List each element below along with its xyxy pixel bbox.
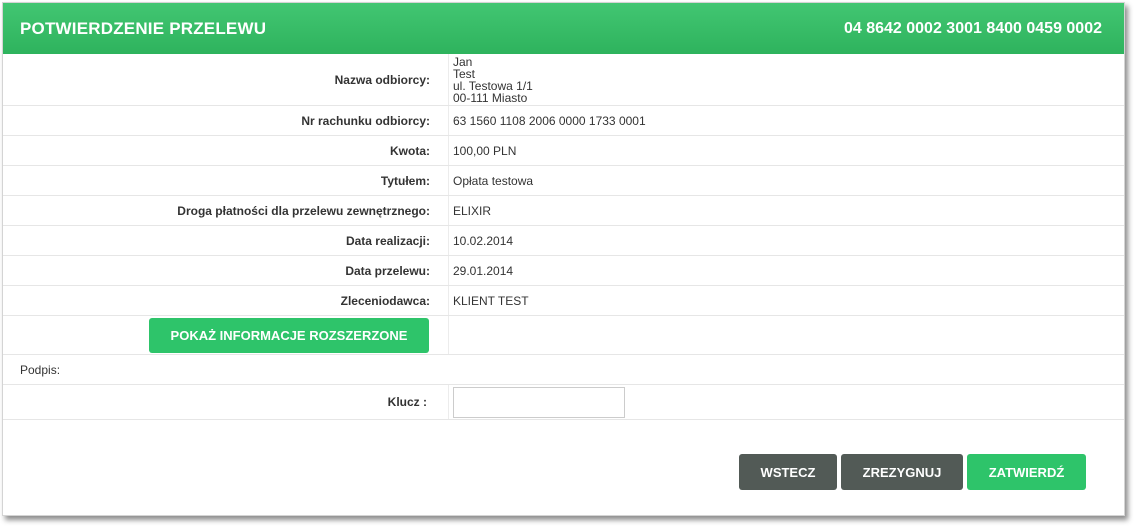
cancel-button[interactable]: ZREZYGNUJ (841, 454, 963, 490)
field-label: Kwota: (3, 136, 449, 165)
field-label: Data przelewu: (3, 256, 449, 285)
recipient-name-value: Jan Test ul. Testowa 1/1 00-111 Miasto (449, 54, 533, 105)
amount-row: Kwota: 100,00 PLN (3, 136, 1124, 166)
recipient-line: Jan (453, 54, 473, 69)
page-title: POTWIERDZENIE PRZELEWU (20, 18, 267, 38)
recipient-line: ul. Testowa 1/1 (453, 78, 533, 93)
key-row: Klucz : (3, 385, 1124, 420)
recipient-name-label: Nazwa odbiorcy: (3, 54, 449, 105)
field-value: 63 1560 1108 2006 0000 1733 0001 (453, 113, 646, 128)
field-value: 100,00 PLN (453, 143, 517, 158)
key-input[interactable] (453, 386, 625, 418)
panel-header: POTWIERDZENIE PRZELEWU 04 8642 0002 3001… (3, 3, 1124, 54)
field-value: 29.01.2014 (453, 263, 514, 278)
field-value: KLIENT TEST (453, 293, 529, 308)
confirm-button[interactable]: ZATWIERDŹ (967, 454, 1086, 490)
recipient-line: 00-111 Miasto (453, 90, 528, 105)
signature-row: Podpis: (3, 355, 1124, 385)
execution-date-row: Data realizacji: 10.02.2014 (3, 226, 1124, 256)
title-row: Tytułem: Opłata testowa (3, 166, 1124, 196)
account-number: 04 8642 0002 3001 8400 0459 0002 (843, 19, 1102, 37)
extended-info-cell: POKAŻ INFORMACJE ROZSZERZONE (3, 316, 449, 354)
action-buttons: WSTECZ ZREZYGNUJ ZATWIERDŹ (739, 454, 1086, 490)
field-label: Nr rachunku odbiorcy: (3, 106, 449, 135)
recipient-line: Test (453, 66, 476, 81)
field-value: Opłata testowa (453, 173, 534, 188)
extended-info-row: POKAŻ INFORMACJE ROZSZERZONE (3, 316, 1124, 355)
field-label: Droga płatności dla przelewu zewnętrzneg… (3, 196, 449, 225)
signature-label: Podpis: (20, 362, 61, 377)
field-value: 10.02.2014 (453, 233, 514, 248)
field-label: Zleceniodawca: (3, 286, 449, 315)
field-label: Tytułem: (3, 166, 449, 195)
orderer-row: Zleceniodawca: KLIENT TEST (3, 286, 1124, 316)
key-label: Klucz : (3, 385, 449, 419)
transfer-date-row: Data przelewu: 29.01.2014 (3, 256, 1124, 286)
back-button[interactable]: WSTECZ (739, 454, 837, 490)
transfer-confirmation-panel: POTWIERDZENIE PRZELEWU 04 8642 0002 3001… (2, 2, 1125, 516)
field-label: Data realizacji: (3, 226, 449, 255)
field-value: ELIXIR (453, 203, 492, 218)
recipient-name-row: Nazwa odbiorcy: Jan Test ul. Testowa 1/1… (3, 54, 1124, 106)
recipient-account-row: Nr rachunku odbiorcy: 63 1560 1108 2006 … (3, 106, 1124, 136)
payment-route-row: Droga płatności dla przelewu zewnętrzneg… (3, 196, 1124, 226)
show-extended-info-button[interactable]: POKAŻ INFORMACJE ROZSZERZONE (149, 317, 429, 353)
